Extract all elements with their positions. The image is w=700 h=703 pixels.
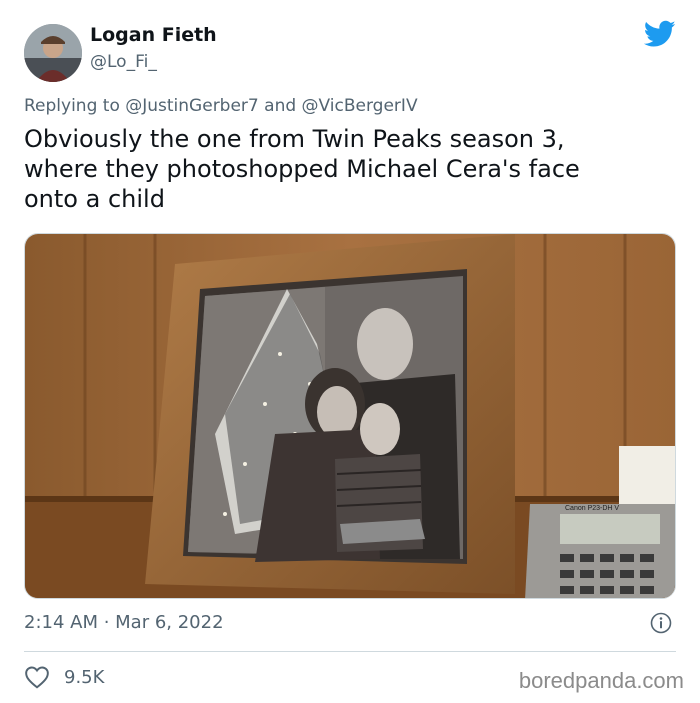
reply-mention-link[interactable]: @JustinGerber7 [125, 96, 259, 116]
tweet-text: Obviously the one from Twin Peaks season… [24, 125, 580, 213]
tweet-timestamp[interactable]: 2:14 AM · Mar 6, 2022 [24, 612, 224, 633]
like-count: 9.5K [64, 666, 105, 688]
like-button[interactable]: 9.5K [24, 664, 104, 690]
divider [24, 651, 676, 652]
reply-joiner: and [258, 96, 302, 116]
avatar-photo [24, 24, 82, 82]
reply-mention-link-2[interactable]: @VicBergerIV [302, 96, 418, 116]
twitter-bird-icon[interactable] [644, 20, 676, 48]
author-handle[interactable]: @Lo_Fi_ [90, 52, 157, 72]
heart-icon [25, 666, 49, 689]
reply-prefix: Replying to [24, 96, 126, 116]
photo-image: Canon P23-DH V [25, 234, 675, 598]
reply-context: Replying to @JustinGerber7 and @VicBerge… [24, 96, 418, 116]
calculator-brand: Canon P23-DH V [565, 505, 619, 512]
watermark: boredpanda.com [518, 668, 684, 693]
info-icon[interactable] [650, 612, 672, 634]
tweet-photo[interactable]: Canon P23-DH V [24, 233, 676, 599]
author-name[interactable]: Logan Fieth [90, 24, 217, 46]
author-avatar[interactable] [24, 24, 82, 82]
